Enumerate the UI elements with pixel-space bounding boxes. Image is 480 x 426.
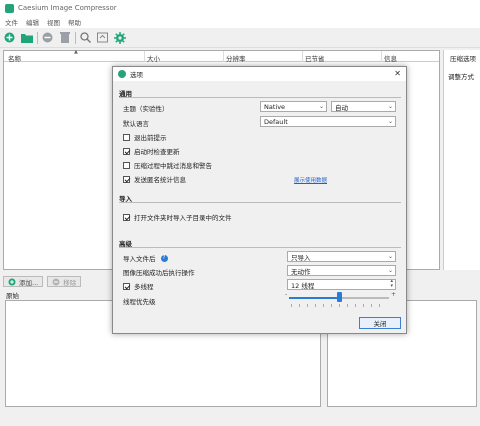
clear-icon[interactable] bbox=[58, 31, 71, 44]
after-import-label: 导入文件后 bbox=[123, 255, 156, 263]
close-button-label: 关闭 bbox=[373, 320, 387, 328]
after-compress-select[interactable]: 无动作 ⌄ bbox=[287, 265, 396, 276]
options-dialog: 选项 ✕ 通用 主题（实验性） Native ⌄ 自动 ⌄ 默认语言 Defau… bbox=[112, 66, 407, 334]
section-divider bbox=[119, 202, 401, 203]
remove-files-button[interactable]: 移除 bbox=[47, 276, 82, 287]
remove-icon[interactable] bbox=[41, 31, 54, 44]
after-compress-value: 无动作 bbox=[291, 267, 311, 276]
section-divider bbox=[119, 97, 401, 98]
checkbox-import-subfolders[interactable]: 打开文件夹时导入子目录中的文件 bbox=[123, 212, 232, 222]
checkbox-send-stats[interactable]: 发送匿名统计信息 bbox=[123, 174, 186, 184]
after-compress-label: 图像压缩成功后执行操作 bbox=[123, 269, 195, 277]
checkbox-label: 打开文件夹时导入子目录中的文件 bbox=[134, 214, 232, 222]
add-icon[interactable] bbox=[3, 31, 16, 44]
theme-mode-select[interactable]: 自动 ⌄ bbox=[331, 101, 396, 112]
column-divider bbox=[223, 51, 224, 62]
search-icon[interactable] bbox=[79, 31, 92, 44]
menu-file[interactable]: 文件 bbox=[5, 17, 18, 27]
column-info[interactable]: 信息 bbox=[384, 53, 397, 63]
tab-resize[interactable]: 调整方式 bbox=[444, 63, 480, 81]
theme-mode-value: 自动 bbox=[335, 103, 348, 112]
table-header: 名称 ▲ 大小 分辨率 已节省 信息 bbox=[4, 49, 439, 63]
column-divider bbox=[144, 51, 145, 62]
close-button[interactable]: 关闭 bbox=[359, 317, 401, 329]
checkbox-skip-messages[interactable]: 压缩过程中跳过消息和警告 bbox=[123, 160, 212, 170]
threads-spinbox[interactable]: 12 线程 ▴ ▾ bbox=[287, 279, 396, 290]
app-logo-icon bbox=[118, 70, 126, 78]
title-bar: Caesium Image Compressor bbox=[0, 0, 480, 16]
after-import-row: 导入文件后 ? bbox=[123, 253, 168, 263]
toolbar-divider-2 bbox=[75, 31, 76, 44]
checkbox-multithread[interactable]: 多线程 bbox=[123, 281, 154, 291]
menu-edit[interactable]: 编辑 bbox=[26, 17, 39, 27]
menu-view[interactable]: 视图 bbox=[47, 17, 60, 27]
column-resolution[interactable]: 分辨率 bbox=[226, 53, 246, 63]
theme-label: 主题（实验性） bbox=[123, 105, 169, 113]
checkbox-box[interactable] bbox=[123, 133, 130, 141]
preview-icon[interactable] bbox=[96, 31, 109, 44]
language-label: 默认语言 bbox=[123, 120, 149, 128]
column-divider bbox=[302, 51, 303, 62]
app-title: Caesium Image Compressor bbox=[18, 4, 117, 12]
checkbox-box[interactable] bbox=[123, 147, 130, 155]
priority-min-label: - bbox=[285, 291, 288, 298]
dialog-title-bar: 选项 ✕ bbox=[113, 67, 406, 81]
sort-arrow-icon: ▲ bbox=[74, 49, 78, 55]
checkbox-box[interactable] bbox=[123, 161, 130, 169]
chevron-down-icon: ⌄ bbox=[387, 253, 393, 260]
remove-files-label: 移除 bbox=[63, 278, 77, 287]
threads-value: 12 线程 bbox=[291, 281, 315, 290]
language-select[interactable]: Default ⌄ bbox=[260, 116, 396, 127]
compression-options-panel: 压缩选项 调整方式 bbox=[443, 50, 480, 270]
help-icon[interactable]: ? bbox=[160, 254, 168, 262]
checkbox-label: 发送匿名统计信息 bbox=[134, 176, 186, 184]
add-files-button[interactable]: 添加... bbox=[3, 276, 44, 287]
settings-icon[interactable] bbox=[113, 31, 126, 44]
thread-priority-label: 线程优先级 bbox=[123, 298, 156, 306]
menu-help[interactable]: 帮助 bbox=[68, 17, 81, 27]
priority-slider-fill bbox=[289, 297, 339, 299]
checkbox-label: 多线程 bbox=[134, 283, 154, 291]
priority-slider-handle[interactable] bbox=[336, 292, 342, 302]
column-name[interactable]: 名称 bbox=[8, 53, 21, 63]
checkbox-prompt-exit[interactable]: 退出前提示 bbox=[123, 132, 167, 142]
checkbox-check-updates[interactable]: 启动时检查更新 bbox=[123, 146, 180, 156]
after-import-select[interactable]: 只导入 ⌄ bbox=[287, 251, 396, 262]
checkbox-label: 压缩过程中跳过消息和警告 bbox=[134, 162, 212, 170]
column-divider bbox=[381, 51, 382, 62]
slider-ticks bbox=[291, 304, 387, 307]
language-value: Default bbox=[264, 117, 288, 126]
checkbox-box[interactable] bbox=[123, 213, 130, 221]
original-preview-label: 原始 bbox=[6, 292, 19, 300]
checkbox-label: 启动时检查更新 bbox=[134, 148, 180, 156]
remove-icon bbox=[52, 278, 60, 285]
after-import-value: 只导入 bbox=[291, 253, 311, 262]
checkbox-label: 退出前提示 bbox=[134, 134, 167, 142]
theme-value: Native bbox=[264, 102, 286, 111]
toolbar-divider bbox=[37, 31, 38, 44]
section-divider bbox=[119, 247, 401, 248]
column-saved[interactable]: 已节省 bbox=[305, 53, 325, 63]
add-icon bbox=[8, 278, 16, 285]
add-files-label: 添加... bbox=[19, 278, 39, 287]
folder-icon[interactable] bbox=[20, 31, 33, 44]
toolbar bbox=[0, 28, 480, 48]
priority-max-label: + bbox=[391, 291, 397, 298]
column-size[interactable]: 大小 bbox=[147, 53, 160, 63]
dialog-title: 选项 bbox=[130, 71, 143, 79]
menu-bar: 文件 编辑 视图 帮助 bbox=[0, 16, 480, 28]
checkbox-box[interactable] bbox=[123, 282, 130, 290]
checkbox-box[interactable] bbox=[123, 175, 130, 183]
show-usage-data-link[interactable]: 展示使用数据 bbox=[294, 176, 327, 184]
close-icon[interactable]: ✕ bbox=[394, 69, 401, 78]
chevron-down-icon: ⌄ bbox=[318, 103, 324, 110]
chevron-down-icon: ⌄ bbox=[387, 118, 393, 125]
app-logo-icon bbox=[5, 3, 14, 13]
chevron-down-icon: ⌄ bbox=[387, 103, 393, 110]
theme-select[interactable]: Native ⌄ bbox=[260, 101, 327, 112]
chevron-down-icon: ⌄ bbox=[387, 267, 393, 274]
panel-title: 压缩选项 bbox=[450, 55, 476, 63]
spin-arrows-icon[interactable]: ▴ ▾ bbox=[390, 279, 393, 289]
